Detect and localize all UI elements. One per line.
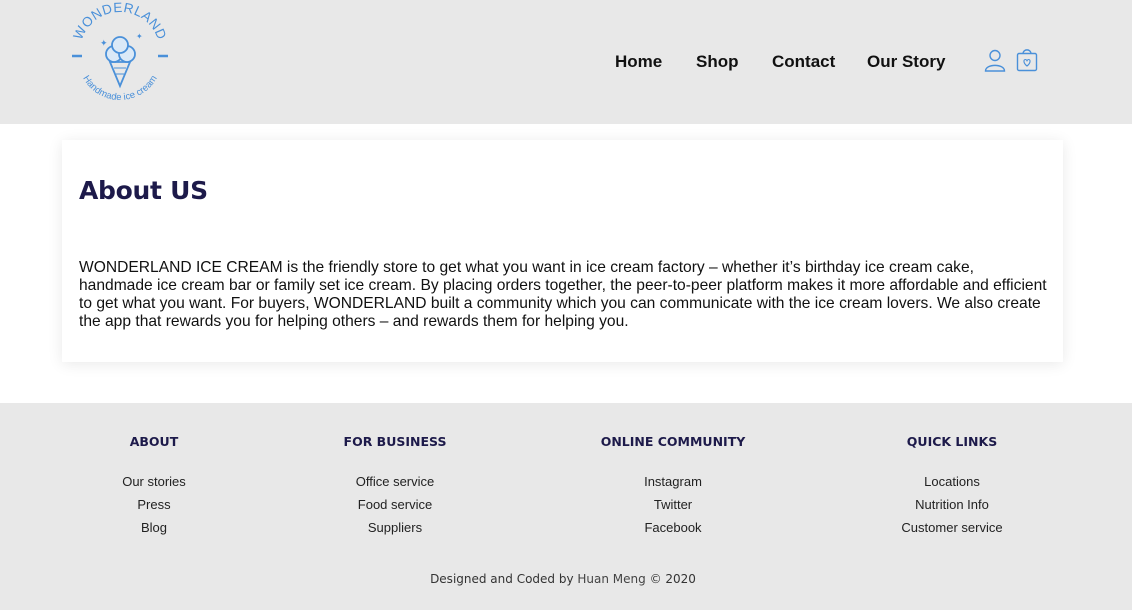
footer-link-customer-service[interactable]: Customer service: [832, 519, 1072, 542]
footer-column-online-community: ONLINE COMMUNITY Instagram Twitter Faceb…: [553, 433, 793, 542]
nav-shop-link[interactable]: Shop: [696, 52, 739, 72]
about-card: About US WONDERLAND ICE CREAM is the fri…: [62, 140, 1063, 362]
credit-author-link[interactable]: Huan Meng: [577, 572, 645, 586]
footer-link-twitter[interactable]: Twitter: [553, 496, 793, 519]
svg-text:WONDERLAND: WONDERLAND: [70, 2, 169, 42]
footer-link-facebook[interactable]: Facebook: [553, 519, 793, 542]
site-footer: ABOUT Our stories Press Blog FOR BUSINES…: [0, 403, 1132, 610]
footer-heading-online-community: ONLINE COMMUNITY: [600, 434, 746, 449]
footer-link-food-service[interactable]: Food service: [275, 496, 515, 519]
footer-column-quick-links: QUICK LINKS Locations Nutrition Info Cus…: [832, 433, 1072, 542]
svg-text:✦: ✦: [100, 39, 108, 49]
footer-link-locations[interactable]: Locations: [832, 473, 1072, 496]
footer-heading-about: ABOUT: [129, 434, 179, 449]
footer-link-office-service[interactable]: Office service: [275, 473, 515, 496]
about-description: WONDERLAND ICE CREAM is the friendly sto…: [79, 259, 1047, 330]
footer-link-press[interactable]: Press: [34, 496, 274, 519]
site-header: WONDERLAND Handmade ice cream ✦ ✦ Home S…: [0, 0, 1132, 124]
ice-cream-cone-icon: WONDERLAND Handmade ice cream ✦ ✦: [70, 0, 169, 103]
footer-link-nutrition-info[interactable]: Nutrition Info: [832, 496, 1072, 519]
footer-link-our-stories[interactable]: Our stories: [34, 473, 274, 496]
nav-contact-link[interactable]: Contact: [772, 52, 835, 72]
user-icon[interactable]: [983, 48, 1007, 72]
nav-home-link[interactable]: Home: [615, 52, 662, 72]
footer-link-blog[interactable]: Blog: [34, 519, 274, 542]
shopping-bag-icon[interactable]: [1015, 47, 1039, 73]
wonderland-logo[interactable]: WONDERLAND Handmade ice cream ✦ ✦: [64, 0, 176, 110]
footer-column-about: ABOUT Our stories Press Blog: [34, 433, 274, 542]
footer-link-suppliers[interactable]: Suppliers: [275, 519, 515, 542]
footer-credit: Designed and Coded by Huan Meng © 2020: [0, 572, 1126, 586]
nav-our-story-link[interactable]: Our Story: [867, 52, 945, 72]
page-title: About US: [79, 176, 208, 205]
footer-link-instagram[interactable]: Instagram: [553, 473, 793, 496]
credit-prefix: Designed and Coded by: [430, 572, 578, 586]
footer-heading-for-business: FOR BUSINESS: [343, 434, 447, 449]
footer-heading-quick-links: QUICK LINKS: [906, 434, 998, 449]
credit-suffix: © 2020: [645, 572, 696, 586]
svg-text:✦: ✦: [136, 32, 143, 41]
footer-column-for-business: FOR BUSINESS Office service Food service…: [275, 433, 515, 542]
